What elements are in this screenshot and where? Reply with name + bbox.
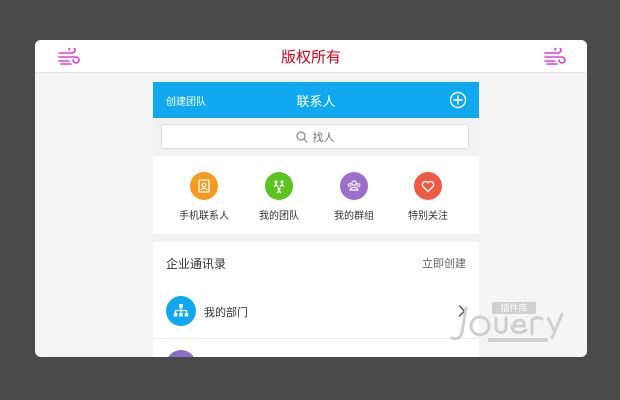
quick-item-phone-contacts[interactable]: 手机联系人: [164, 172, 244, 222]
quick-item-label: 我的团队: [259, 211, 299, 222]
quick-actions: 手机联系人 我的团队 我的群组 特别关注: [153, 162, 479, 234]
search-input[interactable]: 找人: [161, 124, 469, 149]
add-circle-icon[interactable]: [449, 91, 467, 109]
watermark-sub-label: 插件库: [500, 302, 527, 314]
create-now-link[interactable]: 立即创建: [422, 255, 466, 271]
quick-item-special-follow[interactable]: 特别关注: [388, 172, 468, 222]
search-icon: [295, 130, 308, 143]
banner-bar: 版权所有: [35, 40, 587, 73]
list-item-avatar[interactable]: [166, 350, 196, 357]
search-area: 找人: [153, 118, 479, 156]
page-title: 联系人: [296, 95, 336, 110]
quick-item-my-groups[interactable]: 我的群组: [314, 172, 394, 222]
quick-item-label: 我的群组: [334, 211, 374, 222]
team-icon: [265, 172, 293, 200]
section-divider: [153, 234, 479, 242]
org-chart-icon: [166, 296, 196, 326]
list-item-label: 我的部门: [204, 306, 248, 319]
contacts-screen: 创建团队 联系人 找人 手机联系人 我的团队 我的群组 特别关注 企业通讯录 立…: [153, 82, 479, 357]
search-placeholder: 找人: [312, 130, 335, 144]
address-book-icon: [190, 172, 218, 200]
app-header: 创建团队 联系人: [153, 82, 479, 118]
quick-item-label: 手机联系人: [179, 211, 229, 222]
list-item-my-department[interactable]: 我的部门: [153, 290, 479, 339]
copyright-text: 版权所有: [280, 48, 341, 66]
directory-title: 企业通讯录: [166, 257, 227, 271]
quick-item-label: 特别关注: [408, 211, 448, 222]
jquery-watermark-logo: 插件库: [450, 302, 564, 342]
wind-icon: [544, 48, 566, 65]
group-icon: [340, 172, 368, 200]
heart-icon: [414, 172, 442, 200]
quick-item-my-team[interactable]: 我的团队: [239, 172, 319, 222]
